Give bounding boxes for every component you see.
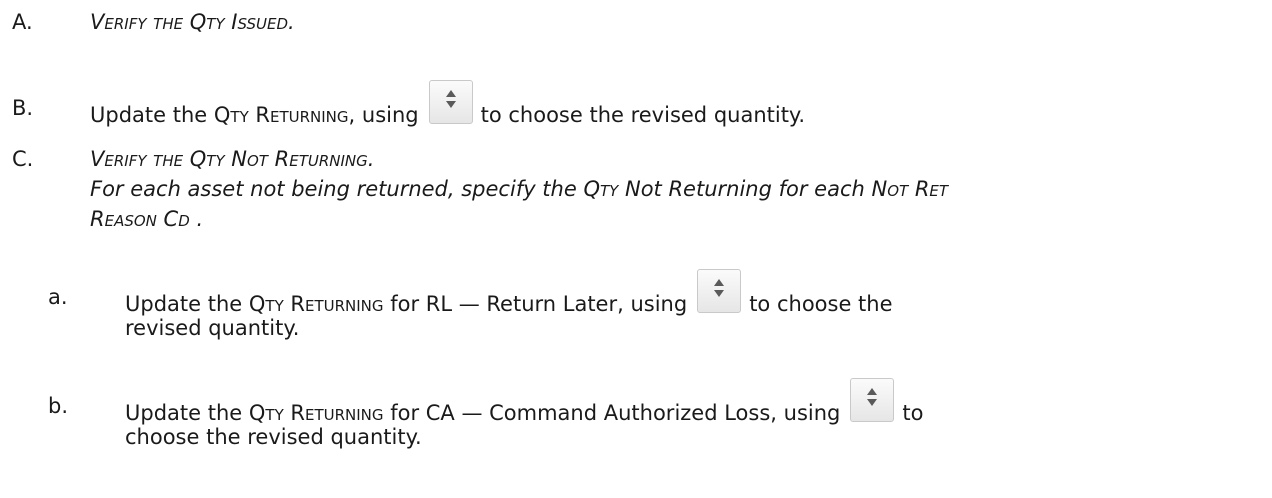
substep-a-line2: revised quantity. bbox=[125, 316, 300, 340]
step-c-line3: Reason Cd . bbox=[90, 207, 204, 231]
qty-returning-field: Qty Returning bbox=[213, 103, 349, 127]
substep-a-marker: a. bbox=[48, 285, 68, 309]
step-c-marker: C. bbox=[12, 147, 34, 171]
spinner-icon bbox=[697, 269, 742, 313]
step-c-line2: For each asset not being returned, speci… bbox=[90, 177, 949, 201]
spinner-icon bbox=[850, 378, 895, 422]
step-c-line1: Verify the Qty Not Returning. bbox=[90, 147, 375, 171]
step-a-marker: A. bbox=[12, 10, 33, 34]
substep-b-line2: choose the revised quantity. bbox=[125, 425, 422, 449]
step-b-text: Update the Qty Returning, using to choose… bbox=[90, 80, 805, 138]
spinner-icon bbox=[428, 80, 473, 124]
step-a-text: Verify the Qty Issued. bbox=[90, 10, 295, 34]
substep-b-marker: b. bbox=[48, 394, 69, 418]
step-b-marker: B. bbox=[12, 96, 34, 120]
